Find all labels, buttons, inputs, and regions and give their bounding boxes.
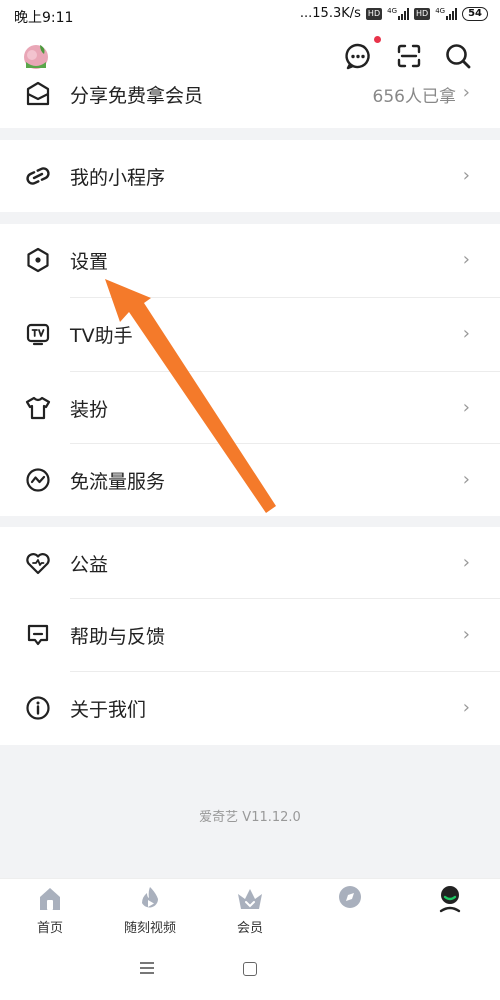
bottom-tab-bar: 首页 随刻视频 会员 xyxy=(0,878,500,940)
gift-mail-icon xyxy=(26,81,50,106)
menu-label-about: 关于我们 xyxy=(70,699,147,721)
signal-icon-2: 4G xyxy=(435,7,458,20)
hd-badge-2: HD xyxy=(414,7,431,20)
home-button-icon[interactable] xyxy=(243,962,257,976)
menu-item-about[interactable]: 关于我们 › xyxy=(0,672,500,745)
chevron-right-icon: › xyxy=(462,165,470,186)
tab-label-shorts: 随刻视频 xyxy=(123,921,176,936)
menu-item-charity[interactable]: 公益 › xyxy=(0,527,500,599)
heart-icon xyxy=(26,553,50,575)
about-section: 公益 › 帮助与反馈 › 关于我们 › xyxy=(0,527,500,745)
app-version: 爱奇艺 V11.12.0 xyxy=(199,810,301,825)
home-icon xyxy=(40,888,60,910)
menu-item-miniprogram[interactable]: 我的小程序 › xyxy=(0,140,500,212)
tab-label-vip: 会员 xyxy=(236,921,263,936)
tab-me[interactable] xyxy=(410,885,490,913)
compass-icon xyxy=(339,886,361,908)
menu-item-share[interactable]: 分享免费拿会员 656人已拿 › xyxy=(0,78,500,128)
menu-icon[interactable] xyxy=(140,962,154,974)
menu-label-charity: 公益 xyxy=(70,554,109,576)
chevron-right-icon: › xyxy=(462,697,470,718)
scan-icon[interactable] xyxy=(394,41,424,71)
settings-section: 设置 › TV助手 › 装扮 › 免流量服务 › xyxy=(0,224,500,516)
crown-icon xyxy=(238,889,262,909)
top-header xyxy=(0,32,500,78)
menu-label-free-traffic: 免流量服务 xyxy=(70,471,166,493)
traffic-icon xyxy=(26,468,50,492)
chevron-right-icon: › xyxy=(462,469,470,490)
miniprogram-section: 我的小程序 › xyxy=(0,140,500,212)
chevron-right-icon: › xyxy=(462,82,470,103)
system-nav-bar xyxy=(0,940,500,1000)
tv-icon xyxy=(26,323,50,346)
search-icon[interactable] xyxy=(443,41,473,71)
menu-label-dressup: 装扮 xyxy=(70,399,109,421)
hd-badge: HD xyxy=(365,7,383,20)
menu-item-dressup[interactable]: 装扮 › xyxy=(0,372,500,444)
chevron-right-icon: › xyxy=(462,323,470,344)
status-indicators: ...15.3K/s HD 4G HD 4G 54 xyxy=(300,6,488,21)
message-badge xyxy=(374,36,381,43)
tshirt-icon xyxy=(25,396,51,420)
info-icon xyxy=(26,696,50,720)
share-count: 656人已拿 xyxy=(372,87,456,107)
menu-label-miniprogram: 我的小程序 xyxy=(70,167,166,189)
profile-icon xyxy=(439,886,461,913)
chevron-right-icon: › xyxy=(462,249,470,270)
tab-discover[interactable] xyxy=(310,885,390,913)
link-icon xyxy=(26,167,50,185)
avatar[interactable] xyxy=(22,42,50,70)
chevron-right-icon: › xyxy=(462,624,470,645)
tab-home[interactable]: 首页 xyxy=(10,885,90,936)
menu-item-settings[interactable]: 设置 › xyxy=(0,224,500,298)
menu-item-tv[interactable]: TV助手 › xyxy=(0,298,500,372)
chevron-right-icon: › xyxy=(462,397,470,418)
message-icon[interactable] xyxy=(343,41,373,71)
status-time: 晚上9:11 xyxy=(14,10,74,26)
menu-item-help[interactable]: 帮助与反馈 › xyxy=(0,599,500,672)
net-speed: ...15.3K/s xyxy=(299,6,361,21)
tab-label-home: 首页 xyxy=(36,921,63,936)
signal-icon: 4G xyxy=(387,7,409,20)
menu-label-settings: 设置 xyxy=(70,251,109,273)
menu-label-tv: TV助手 xyxy=(70,325,133,347)
menu-item-free-traffic[interactable]: 免流量服务 › xyxy=(0,444,500,516)
menu-label-help: 帮助与反馈 xyxy=(70,626,166,648)
tab-shorts[interactable]: 随刻视频 xyxy=(110,885,190,936)
chevron-right-icon: › xyxy=(462,552,470,573)
status-bar: 晚上9:11 ...15.3K/s HD 4G HD 4G 54 xyxy=(0,0,500,32)
share-section: 分享免费拿会员 656人已拿 › xyxy=(0,78,500,128)
tab-vip[interactable]: 会员 xyxy=(210,885,290,936)
battery-icon: 54 xyxy=(462,6,488,21)
feedback-icon xyxy=(27,624,49,646)
menu-label-share: 分享免费拿会员 xyxy=(70,85,204,107)
flame-icon xyxy=(142,887,158,908)
settings-icon xyxy=(27,247,49,273)
